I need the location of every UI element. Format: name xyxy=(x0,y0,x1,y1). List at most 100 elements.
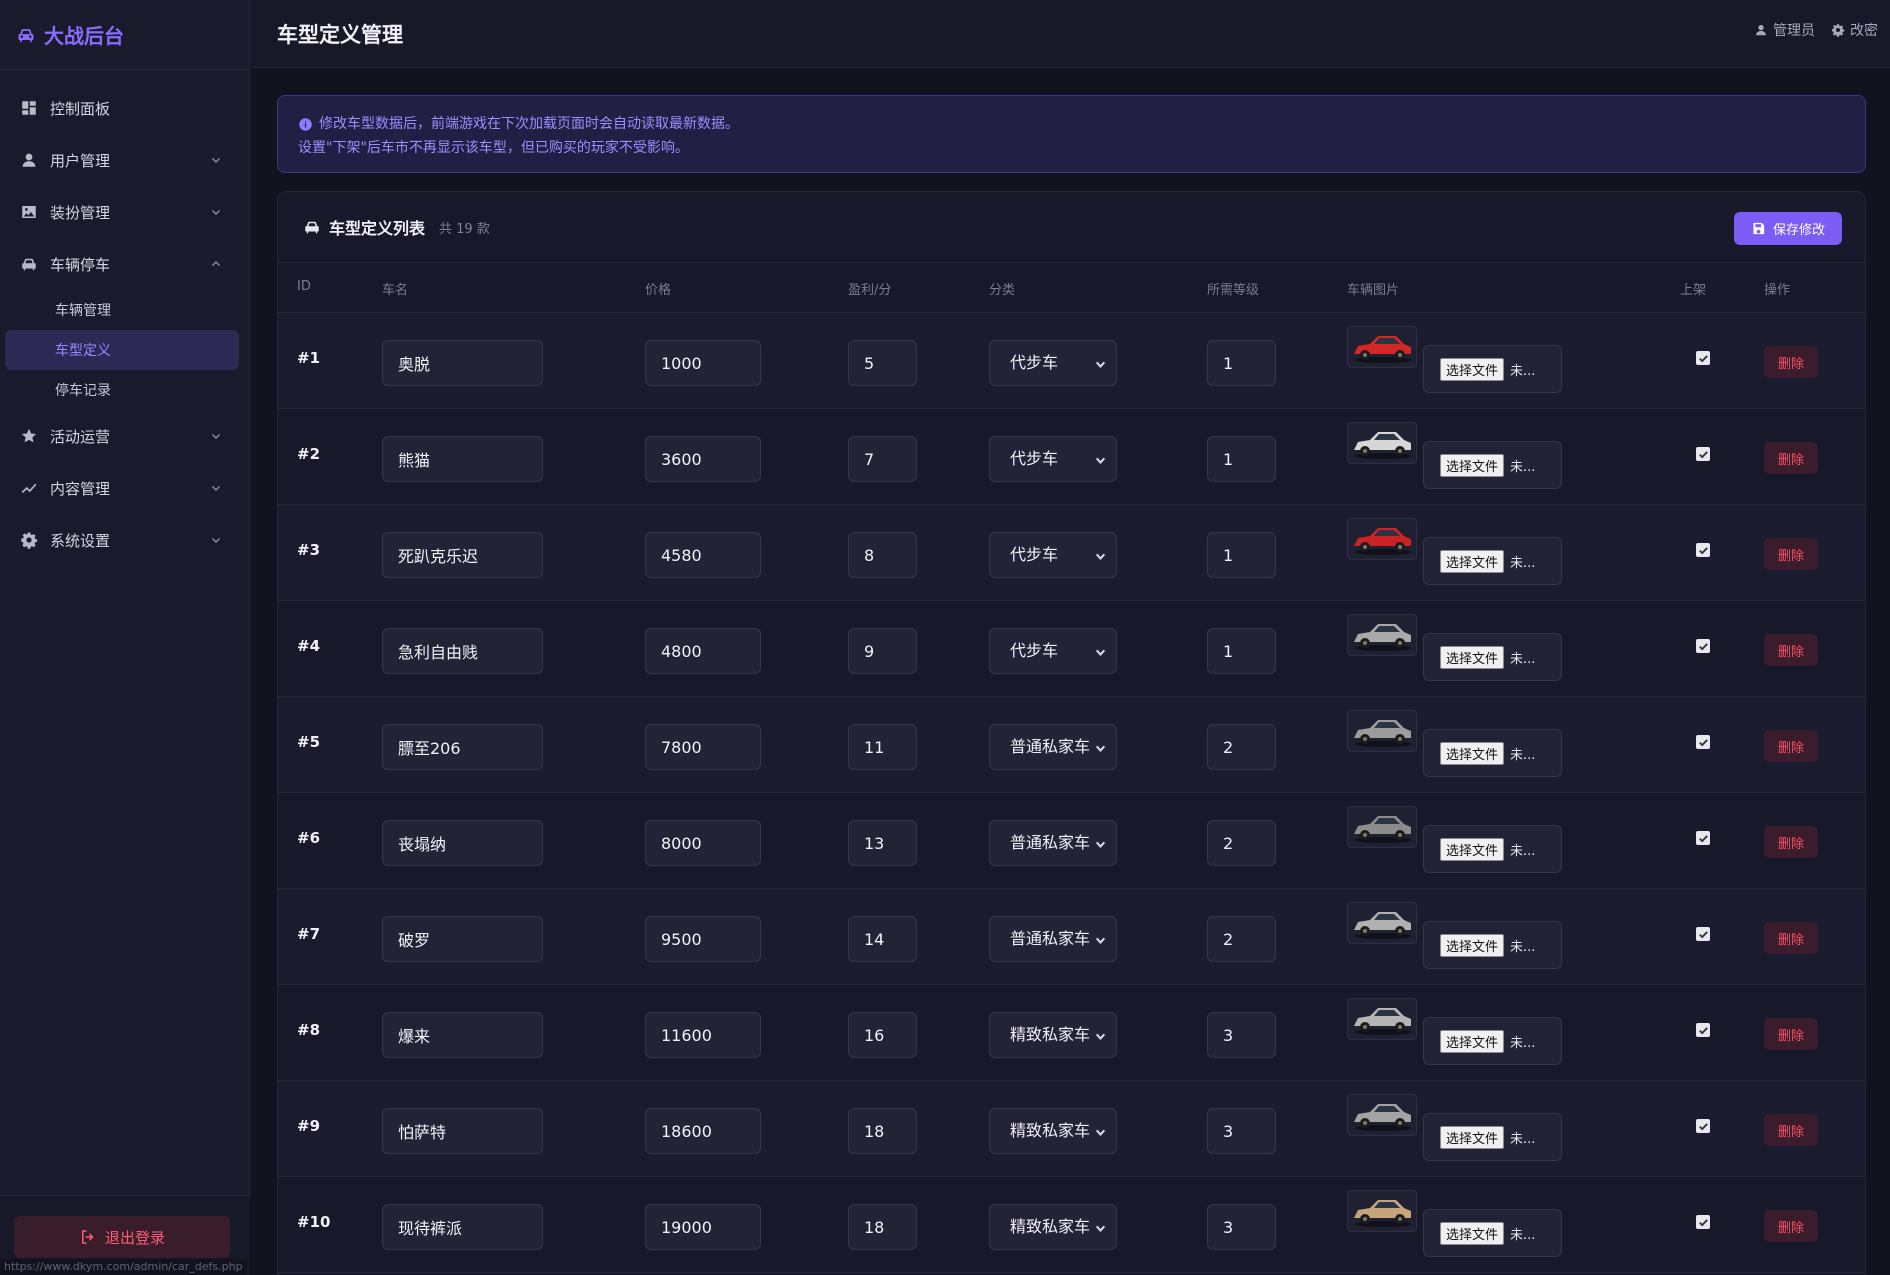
car-name-input[interactable] xyxy=(382,1204,543,1250)
listed-checkbox[interactable] xyxy=(1696,639,1710,653)
car-image-file-input[interactable]: 选择文件 未... xyxy=(1423,1113,1562,1161)
sidebar-subitem-parking-records[interactable]: 停车记录 xyxy=(5,370,239,410)
listed-checkbox[interactable] xyxy=(1696,927,1710,941)
car-price-input[interactable] xyxy=(645,1012,761,1058)
choose-file-button[interactable]: 选择文件 xyxy=(1440,933,1505,957)
car-price-input[interactable] xyxy=(645,1204,761,1250)
save-changes-button[interactable]: 保存修改 xyxy=(1734,212,1842,245)
car-price-input[interactable] xyxy=(645,820,761,866)
car-name-input[interactable] xyxy=(382,820,543,866)
change-password-link[interactable]: 改密 xyxy=(1831,20,1878,40)
brand[interactable]: 大战后台 xyxy=(0,0,249,70)
car-image-file-input[interactable]: 选择文件 未... xyxy=(1423,921,1562,969)
delete-button[interactable]: 删除 xyxy=(1764,1210,1818,1242)
car-profit-input[interactable] xyxy=(848,724,917,770)
car-name-input[interactable] xyxy=(382,1012,543,1058)
car-image-file-input[interactable]: 选择文件 未... xyxy=(1423,633,1562,681)
car-category-select[interactable]: 普通私家车 xyxy=(989,820,1117,866)
delete-button[interactable]: 删除 xyxy=(1764,826,1818,858)
car-profit-input[interactable] xyxy=(848,1012,917,1058)
car-category-select[interactable]: 代步车 xyxy=(989,532,1117,578)
car-level-input[interactable] xyxy=(1207,532,1276,578)
car-price-input[interactable] xyxy=(645,532,761,578)
admin-user-link[interactable]: 管理员 xyxy=(1754,20,1815,40)
choose-file-button[interactable]: 选择文件 xyxy=(1440,645,1505,669)
delete-button[interactable]: 删除 xyxy=(1764,442,1818,474)
delete-button[interactable]: 删除 xyxy=(1764,346,1818,378)
sidebar-item-dress[interactable]: 装扮管理 xyxy=(0,186,249,238)
car-profit-input[interactable] xyxy=(848,628,917,674)
car-category-select[interactable]: 精致私家车 xyxy=(989,1012,1117,1058)
car-category-select[interactable]: 代步车 xyxy=(989,436,1117,482)
car-image-file-input[interactable]: 选择文件 未... xyxy=(1423,1209,1562,1257)
sidebar-item-events[interactable]: 活动运营 xyxy=(0,410,249,462)
car-image-file-input[interactable]: 选择文件 未... xyxy=(1423,537,1562,585)
car-price-input[interactable] xyxy=(645,436,761,482)
car-level-input[interactable] xyxy=(1207,724,1276,770)
delete-button[interactable]: 删除 xyxy=(1764,730,1818,762)
delete-button[interactable]: 删除 xyxy=(1764,922,1818,954)
car-image-file-input[interactable]: 选择文件 未... xyxy=(1423,441,1562,489)
listed-checkbox[interactable] xyxy=(1696,1119,1710,1133)
car-profit-input[interactable] xyxy=(848,820,917,866)
sidebar-item-settings[interactable]: 系统设置 xyxy=(0,514,249,566)
logout-button[interactable]: 退出登录 xyxy=(14,1216,230,1258)
choose-file-button[interactable]: 选择文件 xyxy=(1440,1125,1505,1149)
listed-checkbox[interactable] xyxy=(1696,831,1710,845)
car-price-input[interactable] xyxy=(645,1108,761,1154)
car-price-input[interactable] xyxy=(645,340,761,386)
car-category-select[interactable]: 普通私家车 xyxy=(989,724,1117,770)
delete-button[interactable]: 删除 xyxy=(1764,538,1818,570)
choose-file-button[interactable]: 选择文件 xyxy=(1440,549,1505,573)
sidebar-item-parking[interactable]: 车辆停车 xyxy=(0,238,249,290)
car-level-input[interactable] xyxy=(1207,1204,1276,1250)
listed-checkbox[interactable] xyxy=(1696,1215,1710,1229)
car-profit-input[interactable] xyxy=(848,1108,917,1154)
car-price-input[interactable] xyxy=(645,916,761,962)
car-category-select[interactable]: 代步车 xyxy=(989,340,1117,386)
car-profit-input[interactable] xyxy=(848,1204,917,1250)
car-category-select[interactable]: 精致私家车 xyxy=(989,1108,1117,1154)
listed-checkbox[interactable] xyxy=(1696,735,1710,749)
choose-file-button[interactable]: 选择文件 xyxy=(1440,1221,1505,1245)
choose-file-button[interactable]: 选择文件 xyxy=(1440,741,1505,765)
car-price-input[interactable] xyxy=(645,628,761,674)
car-category-select[interactable]: 普通私家车 xyxy=(989,916,1117,962)
car-category-select[interactable]: 代步车 xyxy=(989,628,1117,674)
car-level-input[interactable] xyxy=(1207,1108,1276,1154)
car-level-input[interactable] xyxy=(1207,340,1276,386)
car-level-input[interactable] xyxy=(1207,820,1276,866)
sidebar-item-content[interactable]: 内容管理 xyxy=(0,462,249,514)
car-profit-input[interactable] xyxy=(848,916,917,962)
delete-button[interactable]: 删除 xyxy=(1764,1114,1818,1146)
car-name-input[interactable] xyxy=(382,532,543,578)
car-image-file-input[interactable]: 选择文件 未... xyxy=(1423,1017,1562,1065)
car-level-input[interactable] xyxy=(1207,1012,1276,1058)
car-image-file-input[interactable]: 选择文件 未... xyxy=(1423,729,1562,777)
listed-checkbox[interactable] xyxy=(1696,1023,1710,1037)
car-price-input[interactable] xyxy=(645,724,761,770)
choose-file-button[interactable]: 选择文件 xyxy=(1440,837,1505,861)
choose-file-button[interactable]: 选择文件 xyxy=(1440,1029,1505,1053)
car-profit-input[interactable] xyxy=(848,532,917,578)
car-level-input[interactable] xyxy=(1207,628,1276,674)
choose-file-button[interactable]: 选择文件 xyxy=(1440,357,1505,381)
car-image-file-input[interactable]: 选择文件 未... xyxy=(1423,345,1562,393)
car-profit-input[interactable] xyxy=(848,436,917,482)
choose-file-button[interactable]: 选择文件 xyxy=(1440,453,1505,477)
car-category-select[interactable]: 精致私家车 xyxy=(989,1204,1117,1250)
sidebar-subitem-car-management[interactable]: 车辆管理 xyxy=(5,290,239,330)
car-name-input[interactable] xyxy=(382,916,543,962)
listed-checkbox[interactable] xyxy=(1696,447,1710,461)
car-image-file-input[interactable]: 选择文件 未... xyxy=(1423,825,1562,873)
car-name-input[interactable] xyxy=(382,628,543,674)
sidebar-subitem-car-definitions[interactable]: 车型定义 xyxy=(5,330,239,370)
sidebar-item-users[interactable]: 用户管理 xyxy=(0,134,249,186)
listed-checkbox[interactable] xyxy=(1696,543,1710,557)
delete-button[interactable]: 删除 xyxy=(1764,1018,1818,1050)
car-level-input[interactable] xyxy=(1207,436,1276,482)
car-name-input[interactable] xyxy=(382,724,543,770)
sidebar-item-dashboard[interactable]: 控制面板 xyxy=(0,82,249,134)
listed-checkbox[interactable] xyxy=(1696,351,1710,365)
car-name-input[interactable] xyxy=(382,1108,543,1154)
